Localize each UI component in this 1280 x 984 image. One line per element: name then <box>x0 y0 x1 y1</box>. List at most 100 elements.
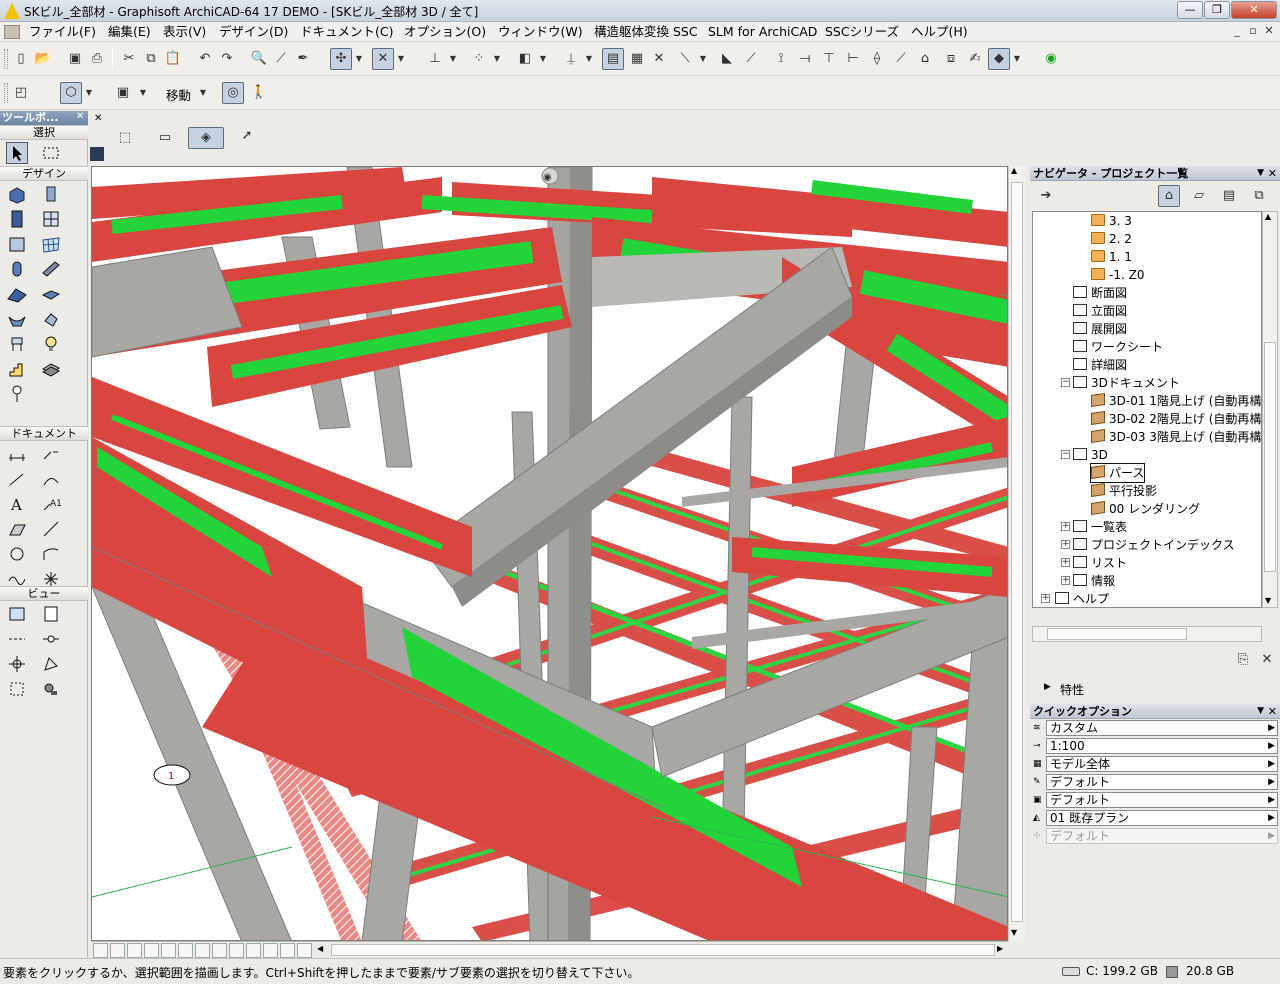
stamp-icon[interactable]: ✍ <box>964 48 986 70</box>
mdi-restore-icon[interactable]: ▫ <box>1246 24 1260 38</box>
section-select[interactable]: 選択 <box>0 125 88 140</box>
menu-options[interactable]: オプション(O) <box>404 23 486 41</box>
pen-set-select[interactable]: デフォルト ▶ <box>1046 774 1278 790</box>
mdi-minimize-icon[interactable]: _ <box>1230 24 1244 38</box>
view-mode-dropdown-icon[interactable]: ▼ <box>138 82 148 104</box>
panel-menu-icon[interactable]: ▼ <box>1257 166 1264 181</box>
guide-dropdown-icon[interactable]: ▼ <box>396 48 406 70</box>
tree-item[interactable]: 3D <box>1073 446 1108 464</box>
tree-item[interactable]: 2. 2 <box>1091 230 1132 248</box>
tree-item[interactable]: ワークシート <box>1073 338 1163 356</box>
guide-lines-icon[interactable]: ✕ <box>372 48 394 70</box>
next-view-icon[interactable] <box>297 943 312 958</box>
tree-item[interactable]: 平行投影 <box>1091 482 1157 500</box>
measure-icon[interactable]: ⟍ <box>674 48 696 70</box>
expand-properties-icon[interactable]: ▶ <box>1044 682 1051 692</box>
close-button[interactable]: ✕ <box>1231 1 1277 19</box>
copy-icon[interactable]: ⧉ <box>140 48 162 70</box>
text-tool-icon[interactable]: A <box>6 493 28 515</box>
expand-toggle-icon[interactable]: + <box>1061 558 1070 567</box>
view-mode-icon[interactable]: ▣ <box>112 82 134 104</box>
grid-element-tool-icon[interactable] <box>6 383 28 405</box>
3d-window-dropdown-icon[interactable]: ▼ <box>84 82 94 104</box>
angle-dimension-tool-icon[interactable] <box>40 468 62 490</box>
arrow-cursor-icon[interactable]: ➚ <box>236 125 258 147</box>
scale-select[interactable]: 1:100 ▶ <box>1046 738 1278 754</box>
window-tool-icon[interactable] <box>40 208 62 230</box>
offset-icon[interactable]: ⟞ <box>794 48 816 70</box>
walk-icon[interactable]: 🚶 <box>248 82 270 104</box>
tree-item[interactable]: 00 レンダリング <box>1091 500 1200 518</box>
cut-icon[interactable]: ✂ <box>118 48 140 70</box>
tree-item[interactable]: 3. 3 <box>1091 212 1132 230</box>
tree-vertical-scrollbar[interactable]: ▲ ▼ <box>1262 211 1278 608</box>
wall-tool-icon[interactable] <box>6 183 28 205</box>
elevate-icon[interactable]: ⟟ <box>770 48 792 70</box>
settings-icon[interactable]: ⎘ <box>1232 649 1254 671</box>
tree-item[interactable]: リスト <box>1073 554 1127 572</box>
suspend-groups-icon[interactable]: ⍊ <box>560 48 582 70</box>
panel-menu-icon[interactable]: ▼ <box>1257 704 1264 719</box>
menu-edit[interactable]: 編集(E) <box>108 23 151 41</box>
walkthrough-icon[interactable] <box>246 943 261 958</box>
project-map-icon[interactable]: ⌂ <box>1158 185 1180 207</box>
door-tool-icon[interactable] <box>6 208 28 230</box>
zoom-box-icon[interactable] <box>144 943 159 958</box>
layers-dropdown-icon[interactable]: ▼ <box>538 48 548 70</box>
change-tool-icon[interactable] <box>6 678 28 700</box>
save-icon[interactable]: ▣ <box>64 48 86 70</box>
selection-box-icon[interactable]: ▭ <box>154 127 176 149</box>
tree-item[interactable]: 1. 1 <box>1091 248 1132 266</box>
morph-tool-icon[interactable] <box>40 308 62 330</box>
3d-explore-icon[interactable]: ◆ <box>988 48 1010 70</box>
section-view[interactable]: ビュー <box>0 586 88 601</box>
menu-slm[interactable]: SLM for ArchiCAD <box>708 23 817 41</box>
renovation-filter-select[interactable]: 01 既存プラン ▶ <box>1046 810 1278 826</box>
3d-view[interactable]: 1 ◉ <box>91 166 1008 941</box>
menu-view[interactable]: 表示(V) <box>163 23 206 41</box>
snap-icon[interactable]: ⊥ <box>424 48 446 70</box>
tree-item[interactable]: ヘルプ <box>1055 590 1109 607</box>
scroll-thumb[interactable] <box>1047 628 1187 640</box>
3d-view-vertical-scrollbar[interactable]: ▲ ▼ <box>1008 166 1025 941</box>
mesh-grid-tool-icon[interactable] <box>40 233 62 255</box>
tree-horizontal-scrollbar[interactable] <box>1032 626 1262 642</box>
detail-tool-icon[interactable] <box>40 653 62 675</box>
adjust-icon[interactable]: ⟋ <box>890 48 912 70</box>
lamp-tool-icon[interactable] <box>40 333 62 355</box>
structure-display-select[interactable]: モデル全体 ▶ <box>1046 756 1278 772</box>
section-document[interactable]: ドキュメント <box>0 426 88 441</box>
publisher-sets-icon[interactable]: ⧉ <box>1248 185 1270 207</box>
magic-icon[interactable]: ⟠ <box>866 48 888 70</box>
teamwork-icon[interactable]: ◉ <box>1040 48 1062 70</box>
redo-icon[interactable]: ↷ <box>216 48 238 70</box>
navigator-popup-icon[interactable]: ➔ <box>1032 185 1060 207</box>
slab-arrow-icon[interactable]: ◣ <box>716 48 738 70</box>
selection-cursor-icon[interactable]: ◈ <box>188 127 224 149</box>
cylinder-tool-icon[interactable] <box>6 258 28 280</box>
mdi-close-icon[interactable]: ✕ <box>1262 24 1276 38</box>
zone-tool-icon[interactable] <box>40 358 62 380</box>
grid-snap-icon[interactable]: ⁘ <box>468 48 490 70</box>
section-design[interactable]: デザイン <box>0 166 88 181</box>
toolbar-grip[interactable] <box>4 83 8 103</box>
split-icon[interactable]: ⊢ <box>842 48 864 70</box>
layer-combination-select[interactable]: カスタム ▶ <box>1046 720 1278 736</box>
level-dimension-tool-icon[interactable] <box>40 443 62 465</box>
print-icon[interactable]: ⎙ <box>86 48 108 70</box>
orbit-view-icon[interactable] <box>229 943 244 958</box>
grid-display-icon[interactable]: ▦ <box>626 48 648 70</box>
tree-item[interactable]: 3D-02 2階見上げ (自動再構 <box>1091 410 1261 428</box>
curtain-wall-tool-icon[interactable] <box>6 233 28 255</box>
open-folder-icon[interactable]: 📂 <box>32 48 54 70</box>
polyline-tool-icon[interactable] <box>40 543 62 565</box>
section-tool-icon[interactable] <box>6 628 28 650</box>
expand-toggle-icon[interactable]: + <box>1061 540 1070 549</box>
column-tool-icon[interactable] <box>40 183 62 205</box>
move-dropdown-icon[interactable]: ▼ <box>198 82 208 104</box>
select-method-icon[interactable]: ⬚ <box>114 127 136 149</box>
label-tool-icon[interactable]: A1 <box>40 493 62 515</box>
infobox-tab-icon[interactable] <box>90 147 104 161</box>
layers-icon[interactable]: ◧ <box>514 48 536 70</box>
pan-icon[interactable] <box>212 943 227 958</box>
